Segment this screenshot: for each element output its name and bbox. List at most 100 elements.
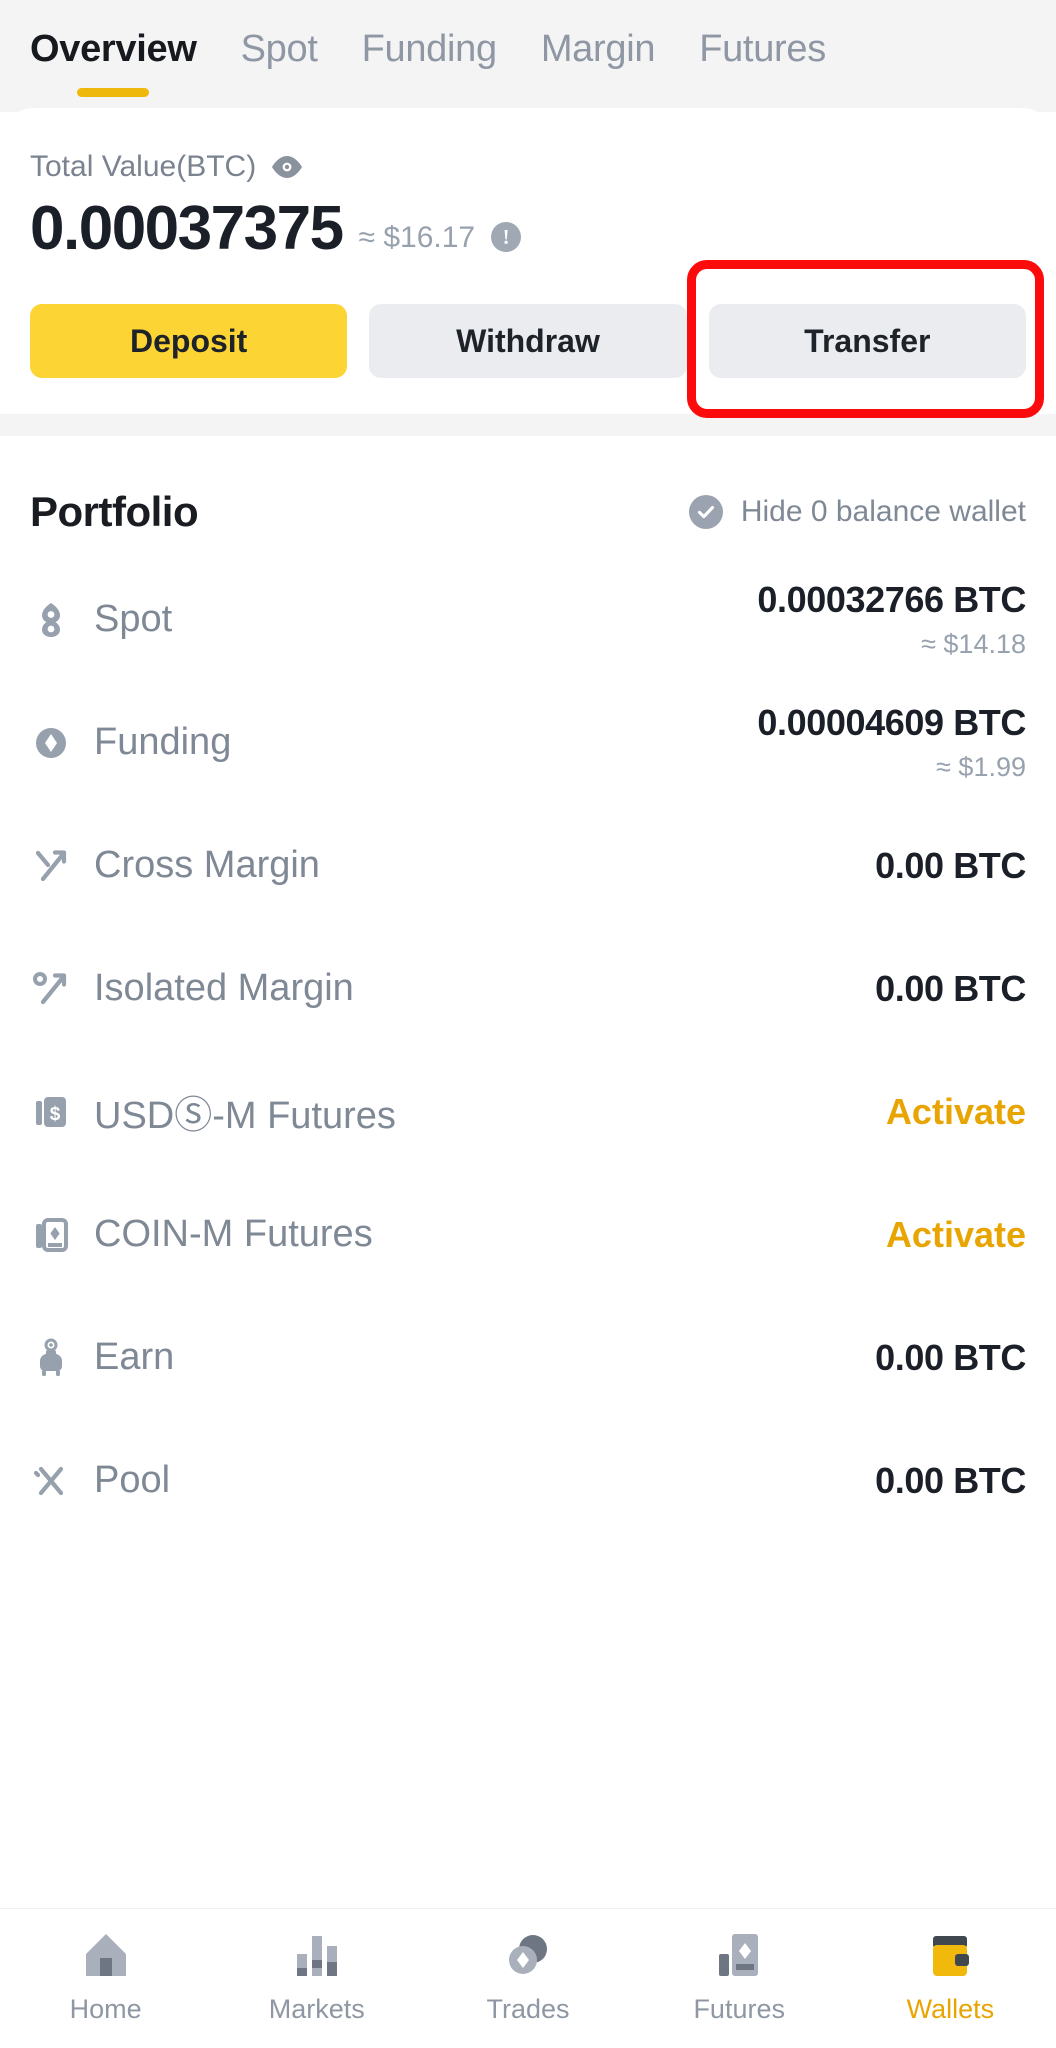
portfolio-row-pool[interactable]: Pool 0.00 BTC xyxy=(30,1419,1026,1542)
isolated-margin-icon xyxy=(30,968,72,1010)
nav-label-trades: Trades xyxy=(486,1994,570,2024)
eye-visible-icon[interactable] xyxy=(270,155,304,179)
row-right: 0.00004609 BTC ≈ $1.99 xyxy=(757,702,1026,783)
row-left: Funding xyxy=(30,721,231,764)
scroll-fade xyxy=(0,1878,1056,1908)
tab-spot[interactable]: Spot xyxy=(241,28,318,91)
portfolio-header: Portfolio Hide 0 balance wallet xyxy=(30,436,1026,558)
futures-icon xyxy=(713,1926,765,1980)
portfolio-row-spot[interactable]: Spot 0.00032766 BTC ≈ $14.18 xyxy=(30,558,1026,681)
portfolio-row-value: 0.00 BTC xyxy=(875,1336,1026,1378)
portfolio-row-subvalue: ≈ $1.99 xyxy=(936,752,1026,782)
portfolio-rows: Spot 0.00032766 BTC ≈ $14.18 Funding 0.0… xyxy=(30,558,1026,1542)
nav-item-wallets[interactable]: Wallets xyxy=(845,1926,1056,2025)
activate-usd-m-futures-button[interactable]: Activate xyxy=(886,1091,1026,1133)
portfolio-row-subvalue: ≈ $14.18 xyxy=(921,629,1026,659)
row-right: Activate xyxy=(886,1091,1026,1133)
portfolio-row-cross-margin[interactable]: Cross Margin 0.00 BTC xyxy=(30,804,1026,927)
hide-zero-balance-label: Hide 0 balance wallet xyxy=(740,495,1026,528)
row-left: Spot xyxy=(30,598,172,641)
total-value-label: Total Value(BTC) xyxy=(30,150,257,183)
nav-label-markets: Markets xyxy=(268,1994,365,2024)
portfolio-section: Portfolio Hide 0 balance wallet Spot 0.0… xyxy=(0,436,1056,1542)
tab-margin[interactable]: Margin xyxy=(540,28,656,91)
active-tab-underline xyxy=(77,88,150,97)
tab-margin-label: Margin xyxy=(540,28,656,70)
transfer-button[interactable]: Transfer xyxy=(708,304,1026,378)
row-right: 0.00 BTC xyxy=(875,845,1026,887)
wallet-tabs: Overview Spot Funding Margin Futures xyxy=(0,0,1056,112)
portfolio-row-isolated-margin[interactable]: Isolated Margin 0.00 BTC xyxy=(30,927,1026,1050)
portfolio-row-label: Earn xyxy=(94,1336,175,1378)
row-left: $ USDⓈ-M Futures xyxy=(30,1084,396,1139)
markets-bars-icon xyxy=(291,1926,343,1980)
nav-item-home[interactable]: Home xyxy=(0,1926,211,2025)
portfolio-row-label: Cross Margin xyxy=(94,844,320,886)
row-right: 0.00 BTC xyxy=(875,1460,1026,1502)
activate-coin-m-futures-button[interactable]: Activate xyxy=(886,1214,1026,1256)
row-left: Cross Margin xyxy=(30,844,320,887)
withdraw-button[interactable]: Withdraw xyxy=(369,304,687,378)
tab-futures-label: Futures xyxy=(699,28,826,70)
hide-zero-balance-toggle[interactable]: Hide 0 balance wallet xyxy=(688,495,1026,529)
row-left: Isolated Margin xyxy=(30,967,354,1010)
portfolio-row-label: USDⓈ-M Futures xyxy=(94,1095,396,1137)
row-right: Activate xyxy=(886,1214,1026,1256)
coin-m-futures-icon xyxy=(30,1214,72,1256)
portfolio-row-label: Isolated Margin xyxy=(94,967,354,1009)
nav-label-wallets: Wallets xyxy=(906,1994,995,2024)
row-right: 0.00032766 BTC ≈ $14.18 xyxy=(757,579,1026,660)
portfolio-row-label: Spot xyxy=(94,598,173,640)
tab-funding-label: Funding xyxy=(361,28,498,70)
tab-futures[interactable]: Futures xyxy=(699,28,826,91)
check-circle-icon xyxy=(688,495,723,529)
row-left: Pool xyxy=(30,1459,170,1502)
deposit-button[interactable]: Deposit xyxy=(30,304,348,378)
total-value-card: Total Value(BTC) 0.00037375 ≈ $16.17 ! D… xyxy=(0,108,1056,418)
transfer-button-wrapper: Transfer xyxy=(686,260,1044,418)
nav-item-trades[interactable]: Trades xyxy=(422,1926,633,2025)
total-balance-amount: 0.00037375 xyxy=(30,194,344,263)
portfolio-row-label: Pool xyxy=(94,1459,171,1501)
row-right: 0.00 BTC xyxy=(875,1337,1026,1379)
portfolio-title: Portfolio xyxy=(30,488,199,535)
cross-margin-icon xyxy=(30,845,72,887)
balance-row: 0.00037375 ≈ $16.17 ! xyxy=(30,198,1026,260)
nav-label-home: Home xyxy=(69,1994,142,2024)
tab-overview[interactable]: Overview xyxy=(30,28,197,97)
nav-item-markets[interactable]: Markets xyxy=(211,1926,422,2025)
nav-item-futures[interactable]: Futures xyxy=(634,1926,845,2025)
spot-icon xyxy=(30,599,72,641)
bottom-navigation: Home Markets Trades Futures Wallets xyxy=(0,1908,1056,2048)
pool-icon xyxy=(30,1460,72,1502)
tab-spot-label: Spot xyxy=(240,28,318,70)
row-right: 0.00 BTC xyxy=(875,968,1026,1010)
portfolio-row-label: Funding xyxy=(94,721,232,763)
portfolio-row-value: 0.00004609 BTC xyxy=(757,702,1026,743)
row-left: COIN-M Futures xyxy=(30,1213,373,1256)
funding-icon xyxy=(30,722,72,764)
info-icon[interactable]: ! xyxy=(491,222,522,252)
wallet-icon xyxy=(924,1926,976,1980)
trades-icon xyxy=(502,1926,554,1980)
home-icon xyxy=(80,1926,132,1980)
earn-piggy-icon xyxy=(30,1337,72,1379)
portfolio-row-value: 0.00 BTC xyxy=(875,844,1026,886)
total-value-label-row: Total Value(BTC) xyxy=(30,150,1026,184)
section-divider xyxy=(0,414,1056,436)
portfolio-row-usd-m-futures[interactable]: $ USDⓈ-M Futures Activate xyxy=(30,1050,1026,1173)
portfolio-row-funding[interactable]: Funding 0.00004609 BTC ≈ $1.99 xyxy=(30,681,1026,804)
portfolio-row-value: 0.00 BTC xyxy=(875,1459,1026,1501)
portfolio-row-coin-m-futures[interactable]: COIN-M Futures Activate xyxy=(30,1173,1026,1296)
usd-m-futures-icon: $ xyxy=(30,1091,72,1133)
portfolio-row-value: 0.00032766 BTC xyxy=(757,579,1026,620)
tab-overview-label: Overview xyxy=(30,28,197,70)
portfolio-row-earn[interactable]: Earn 0.00 BTC xyxy=(30,1296,1026,1419)
wallet-action-buttons: Deposit Withdraw Transfer xyxy=(30,260,1044,418)
tab-funding[interactable]: Funding xyxy=(361,28,498,91)
portfolio-row-label: COIN-M Futures xyxy=(94,1213,373,1255)
total-balance-approx: ≈ $16.17 xyxy=(358,221,476,254)
portfolio-row-value: 0.00 BTC xyxy=(875,967,1026,1009)
row-left: Earn xyxy=(30,1336,174,1379)
nav-label-futures: Futures xyxy=(693,1994,785,2024)
